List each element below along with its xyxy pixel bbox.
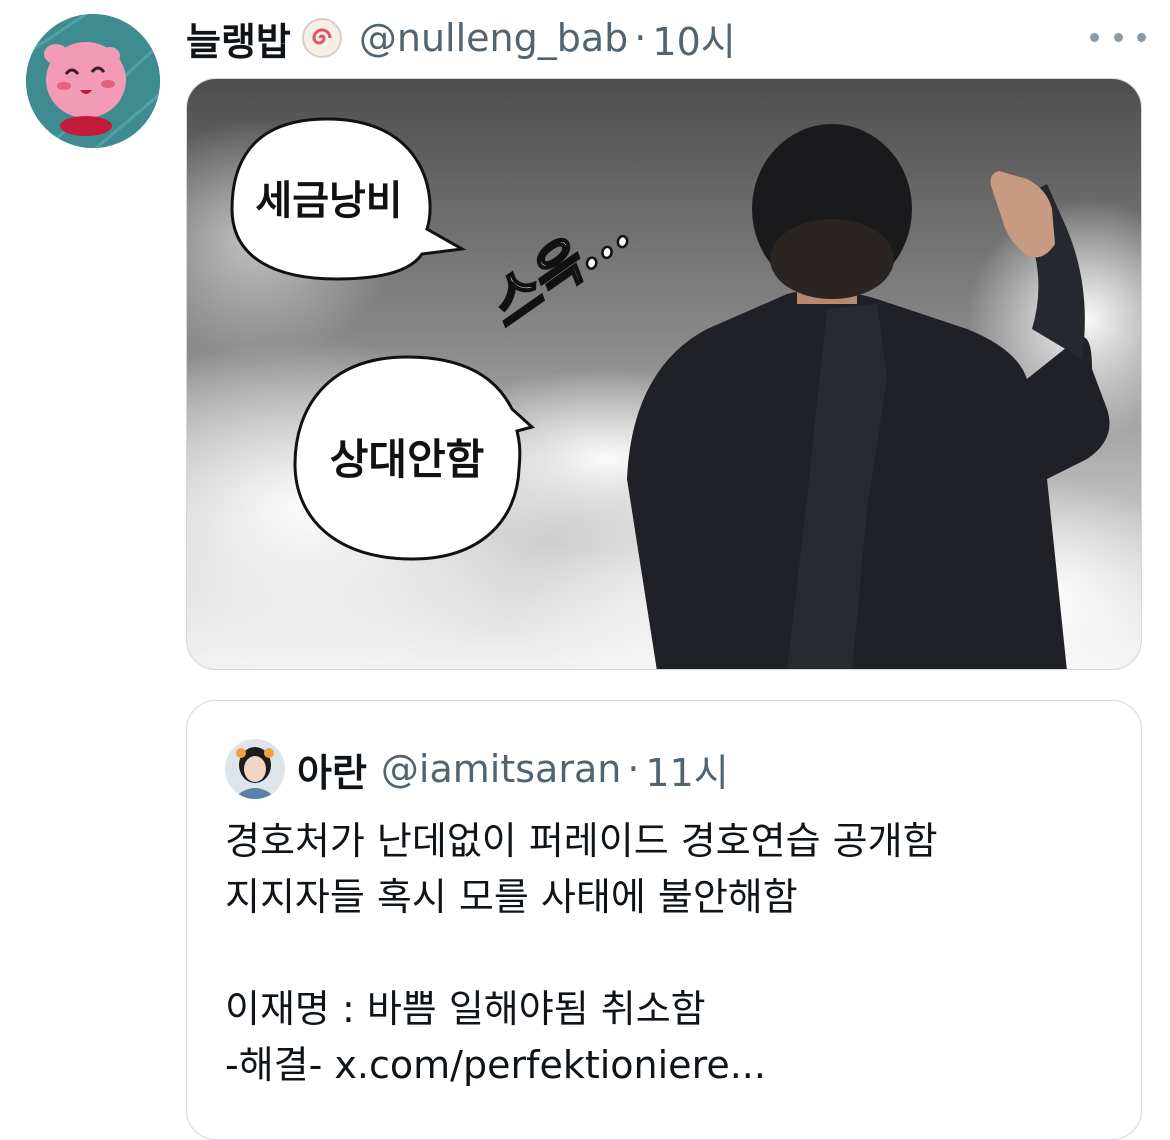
more-dot (1137, 32, 1146, 42)
author-display-name[interactable]: 늘랭밥 (186, 11, 291, 66)
quoted-tweet-header: 아란 @iamitsaran · 11시 (225, 737, 729, 801)
more-dot (1090, 32, 1099, 42)
quoted-text-line-with-link[interactable]: -해결- x.com/perfektioniere... (225, 1037, 1105, 1093)
avatar-image (26, 14, 160, 148)
quoted-tweet[interactable]: 아란 @iamitsaran · 11시 경호처가 난데없이 퍼레이드 경호연습… (186, 700, 1142, 1140)
quoted-author-handle[interactable]: @iamitsaran (381, 747, 621, 791)
quoted-tweet-text: 경호처가 난데없이 퍼레이드 경호연습 공개함 지지자들 혹시 모를 사태에 불… (225, 813, 1105, 1093)
speech-bubble-2-text: 상대안함 (330, 435, 485, 484)
speech-bubble-1-text: 세금낭비 (255, 178, 402, 224)
separator-dot: · (627, 747, 640, 791)
author-handle[interactable]: @nulleng_bab (359, 16, 628, 60)
quoted-text-line: 경호처가 난데없이 퍼레이드 경호연습 공개함 (225, 819, 938, 863)
tweet-media-image[interactable]: 세금낭비 상대안함 스윽... (186, 78, 1142, 670)
tweet-header: 늘랭밥 @nulleng_bab · 10시 (186, 10, 736, 66)
separator-dot: · (634, 16, 647, 60)
more-dot (1113, 32, 1123, 42)
quoted-avatar-image (225, 739, 285, 799)
quoted-tweet-timestamp[interactable]: 11시 (645, 742, 728, 797)
quoted-text-blank-line (225, 925, 1105, 981)
quoted-text-line: 이재명 : 바쁨 일해야됨 취소함 (225, 987, 706, 1031)
quoted-text-line: 지지자들 혹시 모를 사태에 불안해함 (225, 875, 798, 919)
quoted-author-display-name[interactable]: 아란 (297, 742, 367, 797)
more-icon[interactable] (1090, 22, 1146, 52)
tweet-timestamp[interactable]: 10시 (652, 11, 735, 66)
media-illustration: 세금낭비 상대안함 스윽... (187, 79, 1141, 669)
author-avatar[interactable] (26, 14, 160, 148)
fishcake-emoji-icon (301, 18, 342, 58)
quoted-author-avatar[interactable] (225, 739, 285, 799)
